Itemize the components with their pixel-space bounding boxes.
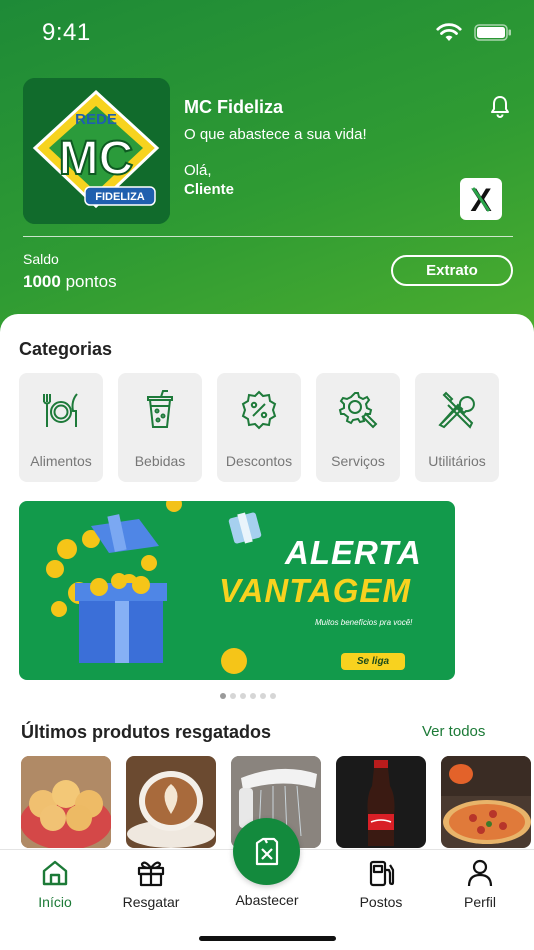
carousel-dot[interactable] bbox=[230, 693, 236, 699]
plate-cutlery-icon bbox=[43, 393, 78, 427]
balance-value: 1000 pontos bbox=[23, 272, 117, 292]
tab-home[interactable]: Início bbox=[10, 850, 100, 920]
carousel-dot-active[interactable] bbox=[220, 693, 226, 699]
brand-name: MC Fideliza bbox=[184, 97, 284, 117]
gear-wrench-icon bbox=[338, 392, 378, 429]
carousel-dot[interactable] bbox=[240, 693, 246, 699]
brand-logo: REDE MC FIDELIZA bbox=[23, 78, 170, 224]
cappuccino-image bbox=[126, 756, 216, 848]
home-icon bbox=[42, 860, 68, 886]
product-cheese-bread[interactable] bbox=[21, 756, 111, 848]
category-food[interactable]: Alimentos bbox=[19, 373, 103, 482]
tab-label: Início bbox=[38, 894, 72, 910]
header: 9:41 REDE MC FIDELIZA MC Fideliza O que … bbox=[0, 0, 534, 340]
fuel-can-icon bbox=[255, 837, 279, 866]
logo-main-text: MC bbox=[59, 132, 134, 185]
banner-subtitle: Muitos benefícios pra você! bbox=[315, 618, 413, 627]
tab-profile[interactable]: Perfil bbox=[435, 850, 525, 920]
cola-bottle-image bbox=[336, 756, 426, 848]
category-drinks[interactable]: Bebidas bbox=[118, 373, 202, 482]
carousel-dot[interactable] bbox=[270, 693, 276, 699]
balance-label: Saldo bbox=[23, 251, 59, 267]
product-cola[interactable] bbox=[336, 756, 426, 848]
logo-top-text: REDE bbox=[75, 111, 117, 128]
logo-badge-text: FIDELIZA bbox=[95, 191, 145, 203]
banner-cta-button[interactable]: Se liga bbox=[341, 653, 405, 670]
carousel-dot[interactable] bbox=[260, 693, 266, 699]
gas-station-icon bbox=[369, 860, 395, 887]
tab-label: Resgatar bbox=[122, 894, 180, 910]
balance-unit: pontos bbox=[65, 272, 117, 291]
status-bar: 9:41 bbox=[0, 0, 534, 62]
categories-list: Alimentos Bebidas Descontos Serviços Uti… bbox=[19, 373, 519, 482]
user-name: Cliente bbox=[184, 181, 235, 198]
refuel-button[interactable] bbox=[233, 818, 300, 885]
home-indicator bbox=[199, 936, 336, 941]
categories-title: Categorias bbox=[19, 339, 113, 359]
carousel-dot[interactable] bbox=[250, 693, 256, 699]
user-icon bbox=[467, 859, 493, 887]
brand-tagline: O que abastece a sua vida! bbox=[184, 126, 367, 143]
recent-products-title: Últimos produtos resgatados bbox=[21, 722, 272, 742]
partner-logo[interactable]: X bbox=[460, 178, 502, 220]
tools-icon bbox=[438, 391, 475, 429]
category-label: Descontos bbox=[225, 453, 293, 469]
battery-icon bbox=[474, 24, 511, 41]
see-all-link[interactable]: Ver todos bbox=[422, 723, 485, 740]
balance-points: 1000 bbox=[23, 272, 61, 291]
cheese-bread-image bbox=[21, 756, 111, 848]
category-label: Serviços bbox=[331, 453, 385, 469]
promo-banner[interactable]: ALERTA VANTAGEM Muitos benefícios pra vo… bbox=[19, 501, 455, 680]
tab-redeem[interactable]: Resgatar bbox=[106, 850, 196, 920]
category-label: Utilitários bbox=[428, 453, 486, 469]
tab-label: Perfil bbox=[464, 894, 496, 910]
category-label: Alimentos bbox=[30, 453, 92, 469]
statement-button[interactable]: Extrato bbox=[391, 255, 513, 286]
tab-label: Postos bbox=[359, 894, 403, 910]
banner-title-line1: ALERTA bbox=[285, 534, 422, 571]
tab-stations[interactable]: Postos bbox=[336, 850, 426, 920]
banner-title-line2: VANTAGEM bbox=[219, 572, 411, 609]
header-divider bbox=[23, 236, 513, 237]
wifi-icon bbox=[436, 23, 462, 41]
product-cappuccino[interactable] bbox=[126, 756, 216, 848]
product-pizza[interactable] bbox=[441, 756, 531, 848]
category-discounts[interactable]: Descontos bbox=[217, 373, 301, 482]
category-utilities[interactable]: Utilitários bbox=[415, 373, 499, 482]
category-label: Bebidas bbox=[134, 453, 186, 469]
refuel-label: Abastecer bbox=[235, 892, 299, 908]
category-services[interactable]: Serviços bbox=[316, 373, 400, 482]
bell-icon[interactable] bbox=[488, 94, 512, 118]
discount-badge-icon bbox=[241, 390, 277, 430]
drink-cup-icon bbox=[147, 390, 173, 428]
gift-icon bbox=[137, 861, 165, 887]
greeting: Olá, bbox=[184, 162, 212, 179]
pizza-image bbox=[441, 756, 531, 848]
status-time: 9:41 bbox=[42, 19, 91, 46]
